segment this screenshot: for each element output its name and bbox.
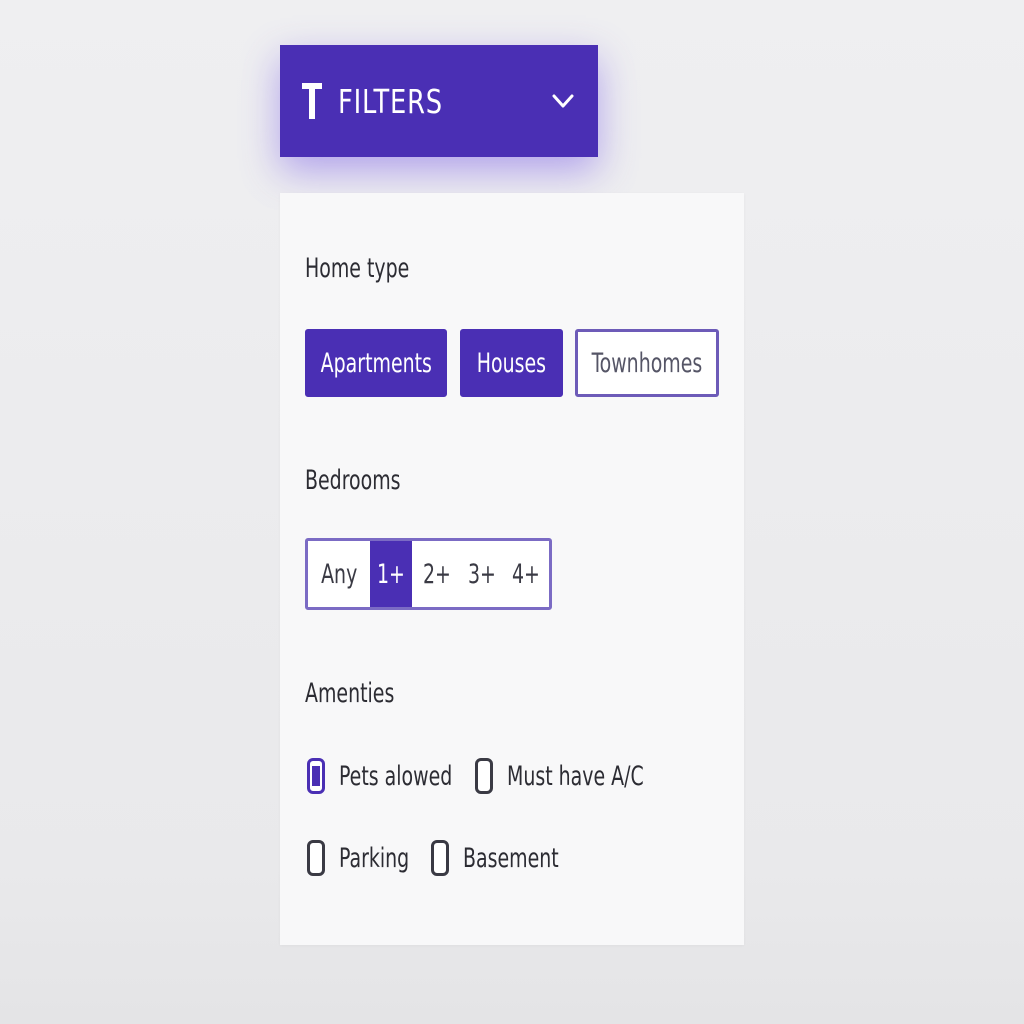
chip-apartments[interactable]: Apartments bbox=[305, 329, 447, 397]
funnel-icon bbox=[302, 83, 322, 119]
bedroom-option-4plus[interactable]: 4+ bbox=[505, 541, 547, 607]
bedroom-option-2plus[interactable]: 2+ bbox=[416, 541, 458, 607]
amenity-basement[interactable]: Basement bbox=[431, 840, 586, 876]
filters-dropdown-header[interactable]: FILTERS bbox=[280, 45, 598, 157]
filters-title: FILTERS bbox=[338, 81, 443, 121]
bedroom-option-any[interactable]: Any bbox=[308, 541, 370, 607]
chip-houses[interactable]: Houses bbox=[460, 329, 563, 397]
chip-apartments-label: Apartments bbox=[320, 347, 432, 379]
bedrooms-label: Bedrooms bbox=[305, 465, 401, 496]
checkbox-basement[interactable] bbox=[431, 840, 449, 876]
chevron-down-icon[interactable] bbox=[550, 88, 576, 114]
bedrooms-segmented-control: Any 1+ 2+ 3+ 4+ bbox=[305, 538, 552, 610]
amenity-basement-label: Basement bbox=[463, 842, 559, 874]
amenity-pets-allowed[interactable]: Pets alowed bbox=[307, 758, 484, 794]
amenity-parking[interactable]: Parking bbox=[307, 840, 429, 876]
checkbox-must-have-ac[interactable] bbox=[475, 758, 493, 794]
home-type-label: Home type bbox=[305, 253, 410, 284]
amenity-must-have-ac[interactable]: Must have A/C bbox=[475, 758, 682, 794]
amenity-must-have-ac-label: Must have A/C bbox=[507, 760, 644, 792]
amenity-parking-label: Parking bbox=[339, 842, 410, 874]
checkbox-parking[interactable] bbox=[307, 840, 325, 876]
bedroom-option-1plus[interactable]: 1+ bbox=[370, 541, 412, 607]
bedroom-option-3plus[interactable]: 3+ bbox=[461, 541, 503, 607]
amenity-pets-allowed-label: Pets alowed bbox=[339, 760, 453, 792]
filters-panel: Home type Apartments Houses Townhomes Be… bbox=[280, 193, 744, 945]
chip-townhomes-label: Townhomes bbox=[591, 347, 703, 379]
chip-houses-label: Houses bbox=[476, 347, 547, 379]
checkbox-pets-allowed[interactable] bbox=[307, 758, 325, 794]
amenities-label: Amenties bbox=[305, 678, 395, 709]
chip-townhomes[interactable]: Townhomes bbox=[575, 329, 719, 397]
